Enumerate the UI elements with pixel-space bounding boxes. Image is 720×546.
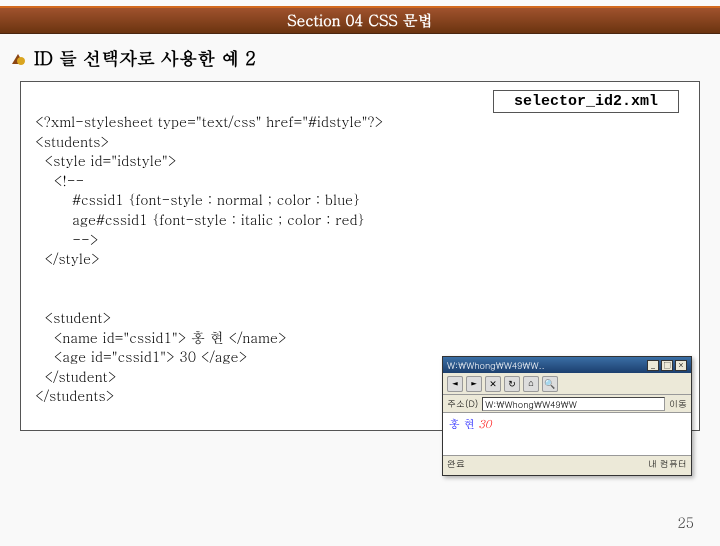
file-label: selector_id2.xml [493,90,679,113]
subtitle-row: ID 들 선택자로 사용한 예 2 [0,34,720,81]
code-line: <name id="cssid1"> 홍 현 </name> [35,327,287,347]
browser-preview-window: W:\Whong\W49\W.. _ □ × ◄ ► ✕ ↻ ⌂ 🔍 주소(D)… [442,356,692,476]
rendered-age: 30 [475,417,492,432]
code-line: </student> [35,366,116,386]
browser-titlebar: W:\Whong\W49\W.. _ □ × [443,357,691,373]
section-title: Section 04 CSS 문법 [287,10,432,31]
browser-title-text: W:\Whong\W49\W.. [447,359,545,372]
code-line: </students> [35,385,114,405]
go-button[interactable]: 이동 [669,397,687,410]
browser-address-bar: 주소(D) W:\Whong\W49\W 이동 [443,395,691,413]
section-header: Section 04 CSS 문법 [0,6,720,34]
status-left: 완료 [447,457,465,470]
rendered-name: 홍 현 [449,417,475,432]
search-icon[interactable]: 🔍 [542,376,558,392]
page-number: 25 [677,512,694,532]
maximize-button[interactable]: □ [661,360,673,371]
status-right: 내 컴퓨터 [648,457,687,470]
code-line: <age id="cssid1"> 30 </age> [35,346,247,366]
bullet-icon [10,52,28,66]
subtitle-text: ID 들 선택자로 사용한 예 2 [34,46,256,71]
browser-content: 홍 현 30 [443,413,691,455]
browser-toolbar: ◄ ► ✕ ↻ ⌂ 🔍 [443,373,691,395]
close-button[interactable]: × [675,360,687,371]
code-line: <students> [35,131,109,151]
code-line: <student> [35,307,111,327]
code-line: <?xml-stylesheet type="text/css" href="#… [35,111,383,131]
code-line: --> [35,229,99,249]
home-icon[interactable]: ⌂ [523,376,539,392]
stop-icon[interactable]: ✕ [485,376,501,392]
code-line: #cssid1 {font-style : normal ; color : b… [35,189,360,209]
browser-statusbar: 완료 내 컴퓨터 [443,455,691,471]
address-label: 주소(D) [447,397,478,410]
back-icon[interactable]: ◄ [447,376,463,392]
code-line: <style id="idstyle"> [35,150,177,170]
code-line: </style> [35,248,100,268]
code-line: age#cssid1 {font-style : italic ; color … [35,209,365,229]
code-line: <!-- [35,170,84,190]
refresh-icon[interactable]: ↻ [504,376,520,392]
window-controls: _ □ × [647,360,687,371]
minimize-button[interactable]: _ [647,360,659,371]
address-field[interactable]: W:\Whong\W49\W [482,397,665,411]
forward-icon[interactable]: ► [466,376,482,392]
